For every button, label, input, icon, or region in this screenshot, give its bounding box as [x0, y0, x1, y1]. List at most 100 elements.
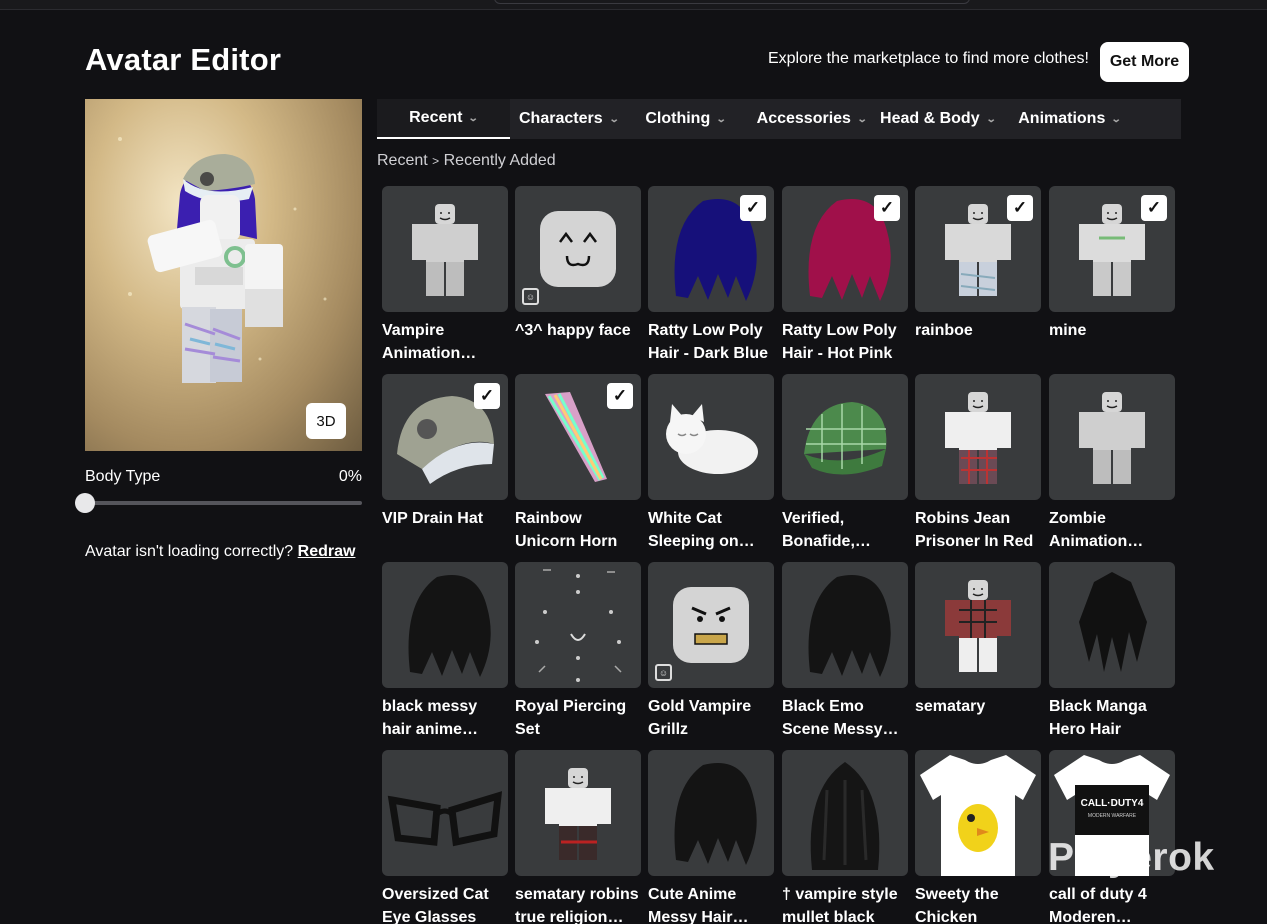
- item-thumbnail[interactable]: [915, 374, 1041, 500]
- item-thumbnail[interactable]: [915, 562, 1041, 688]
- item-name[interactable]: Vampire Animation…: [382, 319, 508, 365]
- item-card[interactable]: Robins Jean Prisoner In Red: [915, 374, 1041, 553]
- checkmark-icon[interactable]: ✓: [1007, 195, 1033, 221]
- 3d-toggle-button[interactable]: 3D: [306, 403, 346, 439]
- item-card[interactable]: Zombie Animation…: [1049, 374, 1175, 553]
- checkmark-icon[interactable]: ✓: [474, 383, 500, 409]
- item-card[interactable]: Sweety the Chicken: [915, 750, 1041, 924]
- checkmark-icon[interactable]: ✓: [740, 195, 766, 221]
- item-card[interactable]: ☺ ^3^ happy face: [515, 186, 641, 365]
- tab-head-body[interactable]: Head & Body ⌄: [879, 99, 996, 139]
- checkmark-icon[interactable]: ✓: [874, 195, 900, 221]
- item-card[interactable]: ✓ Ratty Low Poly Hair - Dark Blue: [648, 186, 774, 365]
- item-name[interactable]: Black Emo Scene Messy…: [782, 695, 908, 741]
- item-thumbnail[interactable]: [648, 374, 774, 500]
- item-thumbnail[interactable]: [1049, 562, 1175, 688]
- tab-label: Clothing: [645, 110, 711, 127]
- breadcrumb: Recent > Recently Added: [377, 152, 556, 170]
- tab-accessories[interactable]: Accessories ⌄: [744, 99, 879, 139]
- item-thumbnail[interactable]: ✓: [782, 186, 908, 312]
- item-card[interactable]: Royal Piercing Set: [515, 562, 641, 741]
- item-name[interactable]: Gold Vampire Grillz: [648, 695, 774, 741]
- explore-text: Explore the marketplace to find more clo…: [767, 50, 1089, 67]
- item-card[interactable]: ✓ Ratty Low Poly Hair - Hot Pink: [782, 186, 908, 365]
- item-name[interactable]: White Cat Sleeping on Lef…: [648, 507, 774, 553]
- item-name[interactable]: Ratty Low Poly Hair - Dark Blue: [648, 319, 774, 365]
- item-name[interactable]: sematary robins true religion…: [515, 883, 641, 924]
- item-thumbnail[interactable]: ✓: [1049, 186, 1175, 312]
- item-card[interactable]: Oversized Cat Eye Glasses: [382, 750, 508, 924]
- body-type-row: Body Type 0%: [85, 468, 362, 486]
- item-card[interactable]: Black Emo Scene Messy…: [782, 562, 908, 741]
- item-name[interactable]: rainboe: [915, 319, 1041, 365]
- item-thumbnail[interactable]: [782, 750, 908, 876]
- item-thumbnail[interactable]: ☺: [515, 186, 641, 312]
- item-name[interactable]: Black Manga Hero Hair: [1049, 695, 1175, 741]
- item-card[interactable]: White Cat Sleeping on Lef…: [648, 374, 774, 553]
- item-thumbnail[interactable]: ✓: [915, 186, 1041, 312]
- item-card[interactable]: ✓ mine: [1049, 186, 1175, 365]
- item-name[interactable]: Ratty Low Poly Hair - Hot Pink: [782, 319, 908, 365]
- redraw-link[interactable]: Redraw: [298, 543, 356, 560]
- item-card[interactable]: Vampire Animation…: [382, 186, 508, 365]
- item-name[interactable]: Robins Jean Prisoner In Red: [915, 507, 1041, 553]
- tab-recent[interactable]: Recent ⌄: [377, 99, 510, 139]
- item-name[interactable]: mine: [1049, 319, 1175, 365]
- item-card[interactable]: ✓ rainboe: [915, 186, 1041, 365]
- item-name[interactable]: † vampire style mullet black: [782, 883, 908, 924]
- item-thumbnail[interactable]: [515, 562, 641, 688]
- item-thumbnail[interactable]: [382, 186, 508, 312]
- item-name[interactable]: VIP Drain Hat: [382, 507, 508, 553]
- item-thumbnail[interactable]: ✓: [382, 374, 508, 500]
- page-title: Avatar Editor: [85, 42, 282, 77]
- item-name[interactable]: Royal Piercing Set: [515, 695, 641, 741]
- search-bar[interactable]: [494, 0, 970, 4]
- body-type-slider-handle[interactable]: [75, 493, 95, 513]
- item-thumbnail[interactable]: [782, 374, 908, 500]
- item-thumbnail[interactable]: ✓: [515, 374, 641, 500]
- item-card[interactable]: † vampire style mullet black: [782, 750, 908, 924]
- avatar-preview[interactable]: 3D: [85, 99, 362, 451]
- tab-characters[interactable]: Characters ⌄: [510, 99, 627, 139]
- item-card[interactable]: black messy hair anime season 10: [382, 562, 508, 741]
- item-thumbnail[interactable]: [382, 750, 508, 876]
- item-name[interactable]: Oversized Cat Eye Glasses: [382, 883, 508, 924]
- get-more-button[interactable]: Get More: [1100, 42, 1189, 82]
- item-card[interactable]: ✓ VIP Drain Hat: [382, 374, 508, 553]
- item-name[interactable]: Verified, Bonafide,…: [782, 507, 908, 553]
- item-thumbnail[interactable]: [1049, 374, 1175, 500]
- checkmark-icon[interactable]: ✓: [607, 383, 633, 409]
- item-name[interactable]: sematary: [915, 695, 1041, 741]
- item-thumbnail[interactable]: [382, 562, 508, 688]
- item-name[interactable]: Sweety the Chicken: [915, 883, 1041, 924]
- item-card[interactable]: Verified, Bonafide,…: [782, 374, 908, 553]
- item-card[interactable]: sematary robins true religion…: [515, 750, 641, 924]
- item-thumbnail[interactable]: ✓: [648, 186, 774, 312]
- item-name[interactable]: Rainbow Unicorn Horn: [515, 507, 641, 553]
- item-card[interactable]: Black Manga Hero Hair: [1049, 562, 1175, 741]
- item-thumbnail[interactable]: [782, 562, 908, 688]
- breadcrumb-root[interactable]: Recent: [377, 152, 428, 169]
- tab-label: Recent: [409, 109, 463, 126]
- item-name[interactable]: Zombie Animation…: [1049, 507, 1175, 553]
- item-card[interactable]: Cute Anime Messy Hair…: [648, 750, 774, 924]
- item-thumbnail[interactable]: [915, 750, 1041, 876]
- item-name[interactable]: ^3^ happy face: [515, 319, 641, 365]
- body-type-slider-track[interactable]: [85, 501, 362, 505]
- item-name[interactable]: black messy hair anime season 10: [382, 695, 508, 741]
- tab-animations[interactable]: Animations ⌄: [996, 99, 1143, 139]
- item-name[interactable]: call of duty 4 Moderen…: [1049, 883, 1175, 924]
- item-thumbnail[interactable]: [515, 750, 641, 876]
- breadcrumb-current: Recently Added: [443, 152, 556, 169]
- item-thumbnail[interactable]: ☺: [648, 562, 774, 688]
- tab-label: Characters: [519, 110, 603, 127]
- watermark: Playerok: [1048, 836, 1215, 879]
- item-card[interactable]: ✓ Rainbow Unicorn Horn: [515, 374, 641, 553]
- face-icon: ☺: [522, 288, 539, 305]
- tab-clothing[interactable]: Clothing ⌄: [627, 99, 744, 139]
- item-thumbnail[interactable]: [648, 750, 774, 876]
- item-name[interactable]: Cute Anime Messy Hair…: [648, 883, 774, 924]
- item-card[interactable]: ☺ Gold Vampire Grillz: [648, 562, 774, 741]
- item-card[interactable]: sematary: [915, 562, 1041, 741]
- checkmark-icon[interactable]: ✓: [1141, 195, 1167, 221]
